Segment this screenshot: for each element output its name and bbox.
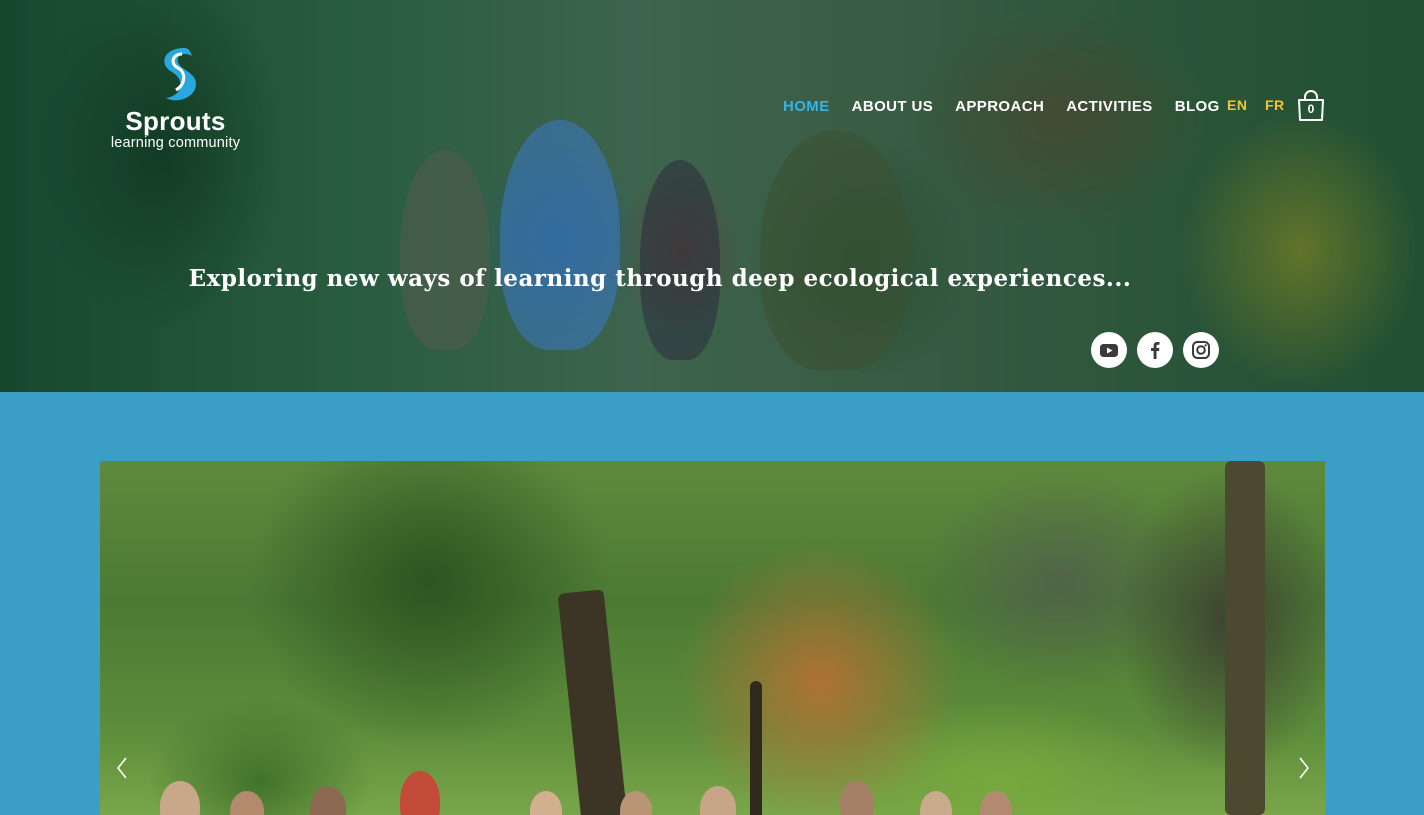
photo-gallery [100, 461, 1325, 815]
group-member [230, 791, 264, 815]
language-fr[interactable]: FR [1265, 97, 1285, 113]
hero-tagline: Exploring new ways of learning through d… [188, 265, 1132, 292]
nav-activities[interactable]: ACTIVITIES [1066, 98, 1153, 115]
cart-button[interactable]: 0 [1296, 90, 1326, 122]
nav-home[interactable]: HOME [783, 98, 830, 115]
group-member [530, 791, 562, 815]
hero-figure [640, 160, 720, 360]
gallery-next-button[interactable] [1294, 753, 1314, 783]
language-en[interactable]: EN [1227, 97, 1247, 113]
nav-about-us[interactable]: ABOUT US [852, 98, 934, 115]
group-member [400, 771, 440, 815]
logo-subtitle: learning community [110, 135, 241, 151]
tree-trunk [1225, 461, 1265, 815]
site-logo[interactable]: Sprouts learning community [98, 44, 253, 169]
group-member [980, 791, 1012, 815]
facebook-link[interactable] [1137, 332, 1173, 368]
group-member [310, 786, 346, 815]
youtube-icon [1100, 343, 1118, 357]
logo-brand: Sprouts [125, 106, 226, 136]
gallery-prev-button[interactable] [112, 753, 132, 783]
hero-figure [760, 130, 910, 370]
instagram-icon [1192, 341, 1210, 359]
group-member [840, 781, 874, 815]
instagram-link[interactable] [1183, 332, 1219, 368]
tree-trunk [750, 681, 762, 815]
tree-trunk [557, 589, 629, 815]
nav-approach[interactable]: APPROACH [955, 98, 1044, 115]
chevron-left-icon [116, 757, 127, 779]
facebook-icon [1151, 342, 1160, 359]
social-links [1091, 332, 1219, 368]
group-member [700, 786, 736, 815]
group-member [160, 781, 200, 815]
nav-blog[interactable]: BLOG [1175, 98, 1220, 115]
main-navigation: HOME ABOUT US APPROACH ACTIVITIES BLOG [783, 95, 1242, 117]
group-member [920, 791, 952, 815]
youtube-link[interactable] [1091, 332, 1127, 368]
sprouts-swirl-icon [163, 48, 196, 101]
chevron-right-icon [1299, 757, 1310, 779]
cart-count: 0 [1307, 102, 1315, 116]
hero-figure [500, 120, 620, 350]
hero-figure [400, 150, 490, 350]
